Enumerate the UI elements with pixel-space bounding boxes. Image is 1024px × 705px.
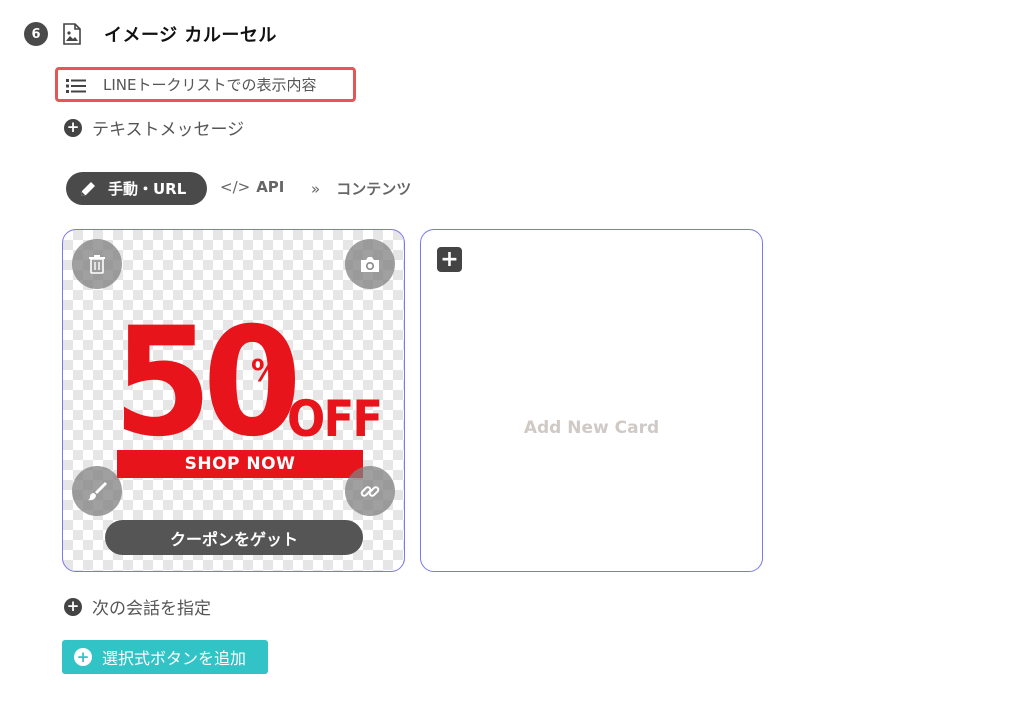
tab-content[interactable]: » コンテンツ [311, 178, 411, 199]
double-chevron-icon: » [311, 179, 321, 198]
add-text-message-label: テキストメッセージ [92, 120, 245, 140]
plus-circle-icon: + [74, 648, 92, 666]
camera-icon [361, 257, 379, 272]
image-file-icon [62, 23, 82, 45]
link-settings-button[interactable] [345, 466, 395, 516]
step-number-badge: 6 [24, 22, 48, 46]
promo-off: OFF [287, 390, 383, 448]
code-icon: </> [220, 178, 251, 196]
line-talklist-display-button[interactable]: LINEトークリストでの表示内容 [55, 67, 356, 102]
plus-circle-icon: + [64, 597, 82, 616]
list-icon [66, 78, 86, 93]
upload-image-button[interactable] [345, 239, 395, 289]
coupon-get-button[interactable]: クーポンをゲット [105, 520, 363, 555]
promo-percent: % [251, 354, 282, 389]
tab-api[interactable]: </> API [220, 178, 284, 196]
plus-circle-icon: + [64, 118, 82, 137]
add-new-card[interactable]: + Add New Card [420, 229, 763, 572]
add-choice-button[interactable]: + 選択式ボタンを追加 [62, 640, 268, 674]
promo-image: 50 % OFF SHOP NOW [113, 308, 383, 488]
tab-manual-url-label: 手動・URL [108, 180, 187, 198]
specify-next-conversation-label: 次の会話を指定 [92, 599, 211, 619]
image-card[interactable]: 50 % OFF SHOP NOW クーポンをゲット [62, 229, 405, 572]
edit-style-button[interactable] [72, 466, 122, 516]
promo-shop-now: SHOP NOW [117, 450, 363, 478]
delete-card-button[interactable] [72, 239, 122, 289]
tab-api-label: API [256, 178, 285, 196]
specify-next-conversation-button[interactable]: + 次の会話を指定 [64, 594, 211, 619]
add-choice-button-label: 選択式ボタンを追加 [102, 649, 247, 668]
add-new-card-label: Add New Card [523, 418, 660, 438]
trash-icon [89, 255, 105, 274]
section-title: イメージ カルーセル [104, 25, 277, 46]
add-text-message-button[interactable]: + テキストメッセージ [64, 115, 244, 140]
pencil-icon [81, 181, 95, 196]
link-icon [360, 486, 380, 497]
tab-content-label: コンテンツ [336, 180, 412, 198]
tab-manual-url[interactable]: 手動・URL [66, 172, 207, 205]
line-talklist-label: LINEトークリストでの表示内容 [103, 76, 317, 94]
brush-icon [88, 482, 107, 501]
plus-square-icon[interactable]: + [437, 247, 462, 272]
